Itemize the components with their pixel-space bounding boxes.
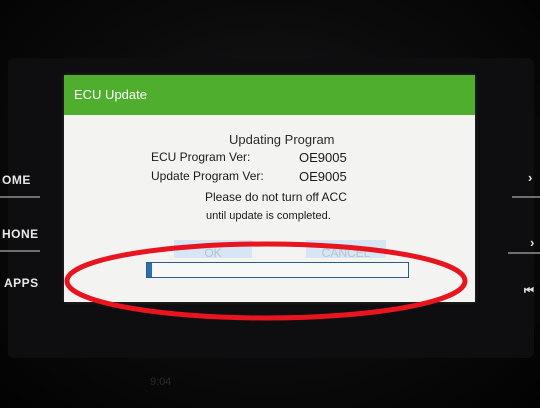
ecu-update-dialog: ECU Update Updating Program ECU Program … bbox=[64, 75, 475, 302]
ok-button-label: OK bbox=[204, 246, 222, 258]
cancel-button-label: CANCEL bbox=[321, 246, 371, 258]
chevron-right-icon-2[interactable]: › bbox=[530, 235, 534, 250]
ecu-version-label: ECU Program Ver: bbox=[151, 150, 251, 164]
update-version-label: Update Program Ver: bbox=[151, 169, 264, 183]
home-divider bbox=[0, 196, 40, 198]
phone-divider bbox=[0, 250, 40, 252]
skip-back-icon[interactable]: ⏮ bbox=[524, 285, 534, 298]
update-progress-bar bbox=[146, 262, 409, 278]
right-divider-2 bbox=[508, 252, 540, 254]
ecu-version-value: OE9005 bbox=[299, 150, 347, 165]
apps-hardkey[interactable]: APPS bbox=[4, 276, 39, 290]
cancel-button[interactable]: CANCEL bbox=[306, 240, 386, 258]
progress-fill bbox=[147, 263, 153, 277]
warning-line-2: until update is completed. bbox=[206, 210, 331, 222]
status-text: Updating Program bbox=[229, 132, 335, 147]
update-version-value: OE9005 bbox=[299, 169, 347, 184]
clock: 9:04 bbox=[150, 376, 172, 388]
home-hardkey[interactable]: OME bbox=[2, 173, 31, 187]
right-divider-1 bbox=[512, 196, 540, 198]
dialog-title: ECU Update bbox=[74, 87, 147, 102]
phone-hardkey[interactable]: HONE bbox=[2, 227, 39, 241]
dialog-header: ECU Update bbox=[64, 75, 475, 115]
ok-button[interactable]: OK bbox=[174, 240, 252, 258]
chevron-right-icon[interactable]: › bbox=[528, 170, 532, 185]
warning-line-1: Please do not turn off ACC bbox=[205, 190, 347, 204]
